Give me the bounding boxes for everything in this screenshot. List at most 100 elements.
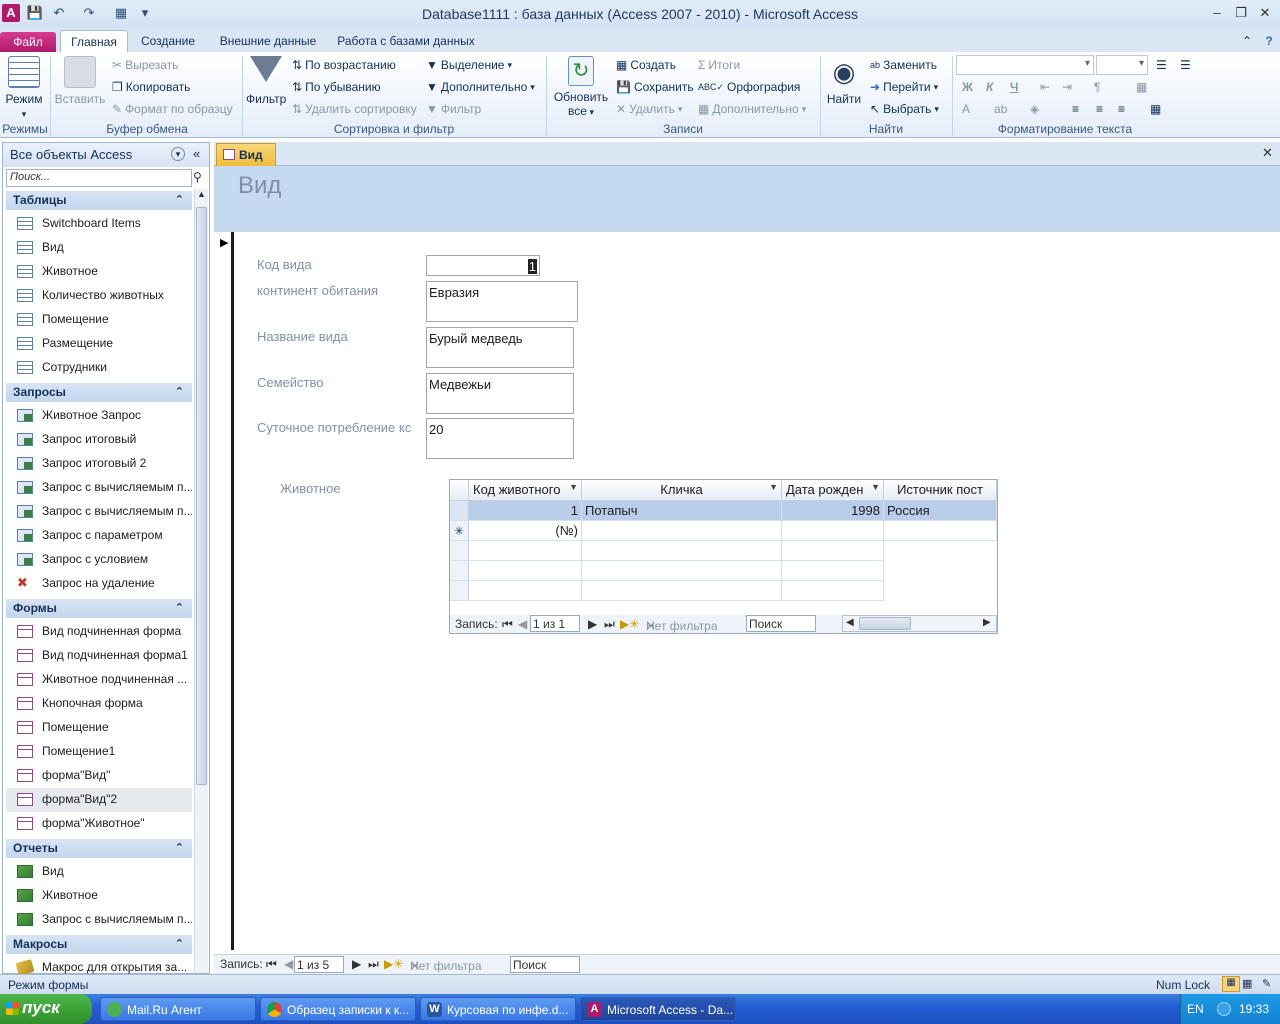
nav-item[interactable]: Запрос итоговый <box>6 428 192 452</box>
column-header-animal-id[interactable]: Код животного ▼ <box>469 480 582 501</box>
record-position-input[interactable]: 1 из 5 <box>294 956 344 973</box>
nav-item[interactable]: Размещение <box>6 332 192 356</box>
prev-record-icon[interactable]: ◀ <box>284 957 293 971</box>
tab-database-tools[interactable]: Работа с базами данных <box>336 30 476 52</box>
column-dropdown-icon[interactable]: ▼ <box>871 482 880 492</box>
form-search-input[interactable]: Поиск <box>510 956 580 973</box>
cell-birth-date[interactable]: 1998 <box>782 501 884 521</box>
highlight-icon[interactable]: ab <box>994 102 1007 116</box>
column-dropdown-icon[interactable]: ▼ <box>569 482 578 492</box>
clock[interactable]: 19:33 <box>1239 1002 1269 1016</box>
close-icon[interactable]: ✕ <box>1254 4 1276 22</box>
align-left-icon[interactable]: ≡ <box>1072 102 1079 116</box>
nav-item[interactable]: Животное подчиненная ... <box>6 668 192 692</box>
nav-item[interactable]: Кнопочная форма <box>6 692 192 716</box>
last-record-icon[interactable]: ⏭ <box>368 957 379 972</box>
paste-button[interactable]: Вставить <box>54 56 106 106</box>
more-records-button[interactable]: ▦ Дополнительно ▾ <box>698 102 806 116</box>
column-header-birth-date[interactable]: Дата рожден ▼ <box>782 480 884 501</box>
selection-button[interactable]: ▼ Выделение ▾ <box>426 58 512 72</box>
select-button[interactable]: ↖ Выбрать ▾ <box>870 102 939 116</box>
nav-item[interactable]: Животное Запрос <box>6 404 192 428</box>
prev-record-icon[interactable]: ◀ <box>518 617 527 631</box>
cell-new-animal-id[interactable]: (№) <box>469 521 582 541</box>
fill-color-icon[interactable]: ◈ <box>1030 102 1039 116</box>
last-record-icon[interactable]: ⏭ <box>604 617 615 632</box>
view-mode-button[interactable]: Режим ▾ <box>4 56 44 121</box>
cell-animal-id[interactable]: 1 <box>469 501 582 521</box>
goto-button[interactable]: ➜ Перейти ▾ <box>870 80 938 94</box>
section-collapse-icon[interactable]: ⌃ <box>175 601 184 614</box>
first-record-icon[interactable]: ⏮ <box>266 957 277 972</box>
nav-item[interactable]: Запрос итоговый 2 <box>6 452 192 476</box>
nav-item[interactable]: форма"Животное" <box>6 812 192 836</box>
record-position-input[interactable]: 1 из 1 <box>530 615 580 632</box>
find-button[interactable]: ◉ Найти <box>824 56 864 106</box>
nav-item[interactable]: Switchboard Items <box>6 212 192 236</box>
italic-button[interactable]: К <box>986 80 993 94</box>
first-record-icon[interactable]: ⏮ <box>502 617 513 632</box>
cell-empty[interactable] <box>782 521 884 541</box>
nav-item[interactable]: Вид подчиненная форма1 <box>6 644 192 668</box>
language-indicator[interactable]: EN <box>1187 1002 1204 1016</box>
taskbar-item-chrome[interactable]: Образец записки к к... <box>260 997 416 1021</box>
field-family[interactable]: Медвежьи <box>426 373 574 414</box>
help-icon[interactable]: ? <box>1260 30 1278 52</box>
refresh-all-button[interactable]: ↻ Обновить все ▾ <box>552 56 610 119</box>
form-view-icon[interactable]: ▦ <box>1222 976 1240 992</box>
new-record-nav-icon[interactable]: ▶✳ <box>384 957 403 971</box>
search-icon[interactable]: ⚲ <box>193 170 202 184</box>
subform-search-input[interactable]: Поиск <box>746 615 816 632</box>
column-dropdown-icon[interactable]: ▼ <box>769 482 778 492</box>
indent-increase-icon[interactable]: ⇥ <box>1062 80 1072 94</box>
bold-button[interactable]: Ж <box>962 80 973 94</box>
field-daily-consumption[interactable]: 20 <box>426 418 574 459</box>
field-continent[interactable]: Евразия <box>426 281 578 322</box>
paragraph-icon[interactable]: ¶ <box>1094 80 1100 94</box>
nav-item[interactable]: Количество животных <box>6 284 192 308</box>
record-selector[interactable]: ▶ <box>214 232 234 950</box>
scroll-left-icon[interactable]: ◀ <box>846 617 854 628</box>
nav-collapse-icon[interactable]: « <box>193 146 200 161</box>
table-row[interactable]: 1 Потапыч 1998 Россия <box>450 501 997 521</box>
delete-record-button[interactable]: ✕ Удалить ▾ <box>616 102 682 116</box>
section-collapse-icon[interactable]: ⌃ <box>175 193 184 206</box>
nav-item[interactable]: Вид подчиненная форма <box>6 620 192 644</box>
nav-item[interactable]: форма"Вид"2 <box>6 788 192 812</box>
remove-sort-button[interactable]: ⇅ Удалить сортировку <box>292 102 417 116</box>
nav-item[interactable]: Запрос с вычисляемым п... <box>6 500 192 524</box>
nav-scrollbar[interactable]: ▲ <box>194 189 208 973</box>
nav-item[interactable]: Помещение <box>6 308 192 332</box>
new-record-nav-icon[interactable]: ▶✳ <box>620 617 639 631</box>
font-size-combo[interactable] <box>1096 55 1148 75</box>
layout-view-icon[interactable]: ▦ <box>1242 977 1252 990</box>
nav-item[interactable]: Вид <box>6 236 192 260</box>
next-record-icon[interactable]: ▶ <box>352 957 361 971</box>
section-collapse-icon[interactable]: ⌃ <box>175 841 184 854</box>
nav-section-header[interactable]: Макросы ⌃ <box>6 935 192 954</box>
new-record-button[interactable]: ▦ Создать <box>616 58 676 72</box>
nav-item[interactable]: Сотрудники <box>6 356 192 380</box>
filter-button[interactable]: Фильтр <box>246 56 286 106</box>
nav-section-header[interactable]: Формы ⌃ <box>6 599 192 618</box>
section-collapse-icon[interactable]: ⌃ <box>175 385 184 398</box>
list-numbers-icon[interactable]: ☰ <box>1180 58 1191 72</box>
close-document-icon[interactable]: ✕ <box>1262 145 1273 161</box>
taskbar-item-access[interactable]: A Microsoft Access - Da... <box>580 997 736 1021</box>
cell-empty[interactable] <box>582 521 782 541</box>
font-color-icon[interactable]: A <box>962 102 970 116</box>
nav-section-header[interactable]: Запросы ⌃ <box>6 383 192 402</box>
format-painter-button[interactable]: ✎ Формат по образцу <box>112 102 233 116</box>
restore-icon[interactable]: ❐ <box>1230 4 1252 22</box>
scroll-up-icon[interactable]: ▲ <box>195 189 208 203</box>
cell-empty[interactable] <box>884 521 997 541</box>
align-right-icon[interactable]: ≡ <box>1118 102 1125 116</box>
tab-external-data[interactable]: Внешние данные <box>212 30 324 52</box>
taskbar-item-mailru[interactable]: Mail.Ru Агент <box>100 997 256 1021</box>
align-center-icon[interactable]: ≡ <box>1096 102 1103 116</box>
list-bullets-icon[interactable]: ☰ <box>1156 58 1167 72</box>
replace-button[interactable]: ab Заменить <box>870 58 937 72</box>
alternate-row-color-icon[interactable]: ▦ <box>1150 102 1161 116</box>
new-record-row[interactable]: ✳ (№) <box>450 521 997 541</box>
network-icon[interactable] <box>1217 1002 1231 1016</box>
